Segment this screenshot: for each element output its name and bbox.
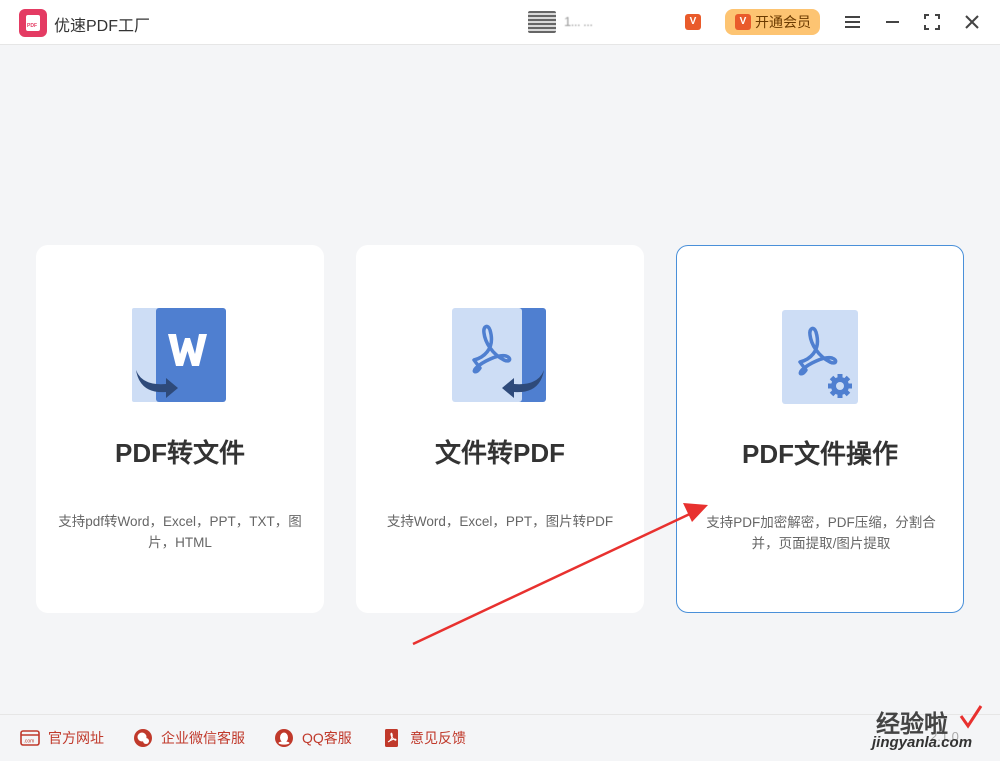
qq-icon — [275, 729, 293, 747]
footer-link-label: 意见反馈 — [410, 730, 466, 746]
card-file-to-pdf[interactable]: 文件转PDF 支持Word，Excel，PPT，图片转PDF — [356, 245, 644, 613]
watermark-sub-text: jingyanla.com — [872, 734, 973, 751]
qq-service-link[interactable]: QQ客服 — [274, 727, 352, 749]
user-avatar[interactable] — [528, 11, 556, 33]
open-vip-button[interactable]: V 开通会员 — [725, 9, 820, 35]
svg-text:.com: .com — [24, 739, 35, 745]
vip-badge-icon: V — [685, 14, 701, 30]
minimize-button[interactable] — [881, 10, 905, 34]
maximize-icon — [924, 14, 940, 30]
watermark: 经验啦 jingyanla.com — [872, 704, 992, 756]
feedback-link[interactable]: 意见反馈 — [382, 727, 466, 749]
pdf-to-word-icon — [132, 308, 226, 402]
pdf-operation-icon — [782, 310, 858, 404]
vip-icon: V — [735, 14, 751, 30]
footer-bar: .com 官方网址 企业微信客服 QQ客服 意见反馈 2.1.0 — [0, 714, 1000, 761]
feedback-icon — [385, 729, 398, 747]
official-website-link[interactable]: .com 官方网址 — [20, 727, 104, 749]
card-description: 支持PDF加密解密，PDF压缩，分割合并，页面提取/图片提取 — [706, 515, 936, 551]
card-pdf-operations[interactable]: PDF文件操作 支持PDF加密解密，PDF压缩，分割合并，页面提取/图片提取 — [676, 245, 964, 613]
checkmark-icon — [959, 705, 983, 729]
footer-link-label: QQ客服 — [302, 730, 352, 746]
card-title: PDF文件操作 — [741, 439, 898, 469]
footer-link-label: 企业微信客服 — [161, 730, 245, 746]
file-to-pdf-icon — [452, 308, 546, 402]
card-description: 支持Word，Excel，PPT，图片转PDF — [386, 514, 614, 529]
app-logo-icon: PDF — [19, 9, 47, 37]
wechat-service-link[interactable]: 企业微信客服 — [133, 727, 245, 749]
open-vip-label: 开通会员 — [755, 14, 811, 30]
website-icon: .com — [20, 730, 40, 746]
title-bar: PDF 优速PDF工厂 1... ... V V 开通会员 — [0, 0, 1000, 45]
minimize-icon — [886, 21, 899, 23]
footer-link-label: 官方网址 — [48, 730, 104, 746]
close-button[interactable] — [960, 10, 984, 34]
menu-button[interactable] — [841, 10, 865, 34]
app-title: 优速PDF工厂 — [54, 18, 151, 35]
card-description: 支持pdf转Word，Excel，PPT，TXT，图片，HTML — [58, 514, 302, 550]
card-pdf-to-file[interactable]: PDF转文件 支持pdf转Word，Excel，PPT，TXT，图片，HTML — [36, 245, 324, 613]
wechat-service-icon — [134, 729, 152, 747]
card-title: PDF转文件 — [114, 438, 245, 468]
maximize-button[interactable] — [920, 10, 944, 34]
close-icon — [965, 15, 979, 29]
card-title: 文件转PDF — [434, 438, 565, 468]
user-name: 1... ... — [564, 14, 593, 29]
menu-icon — [845, 16, 860, 28]
